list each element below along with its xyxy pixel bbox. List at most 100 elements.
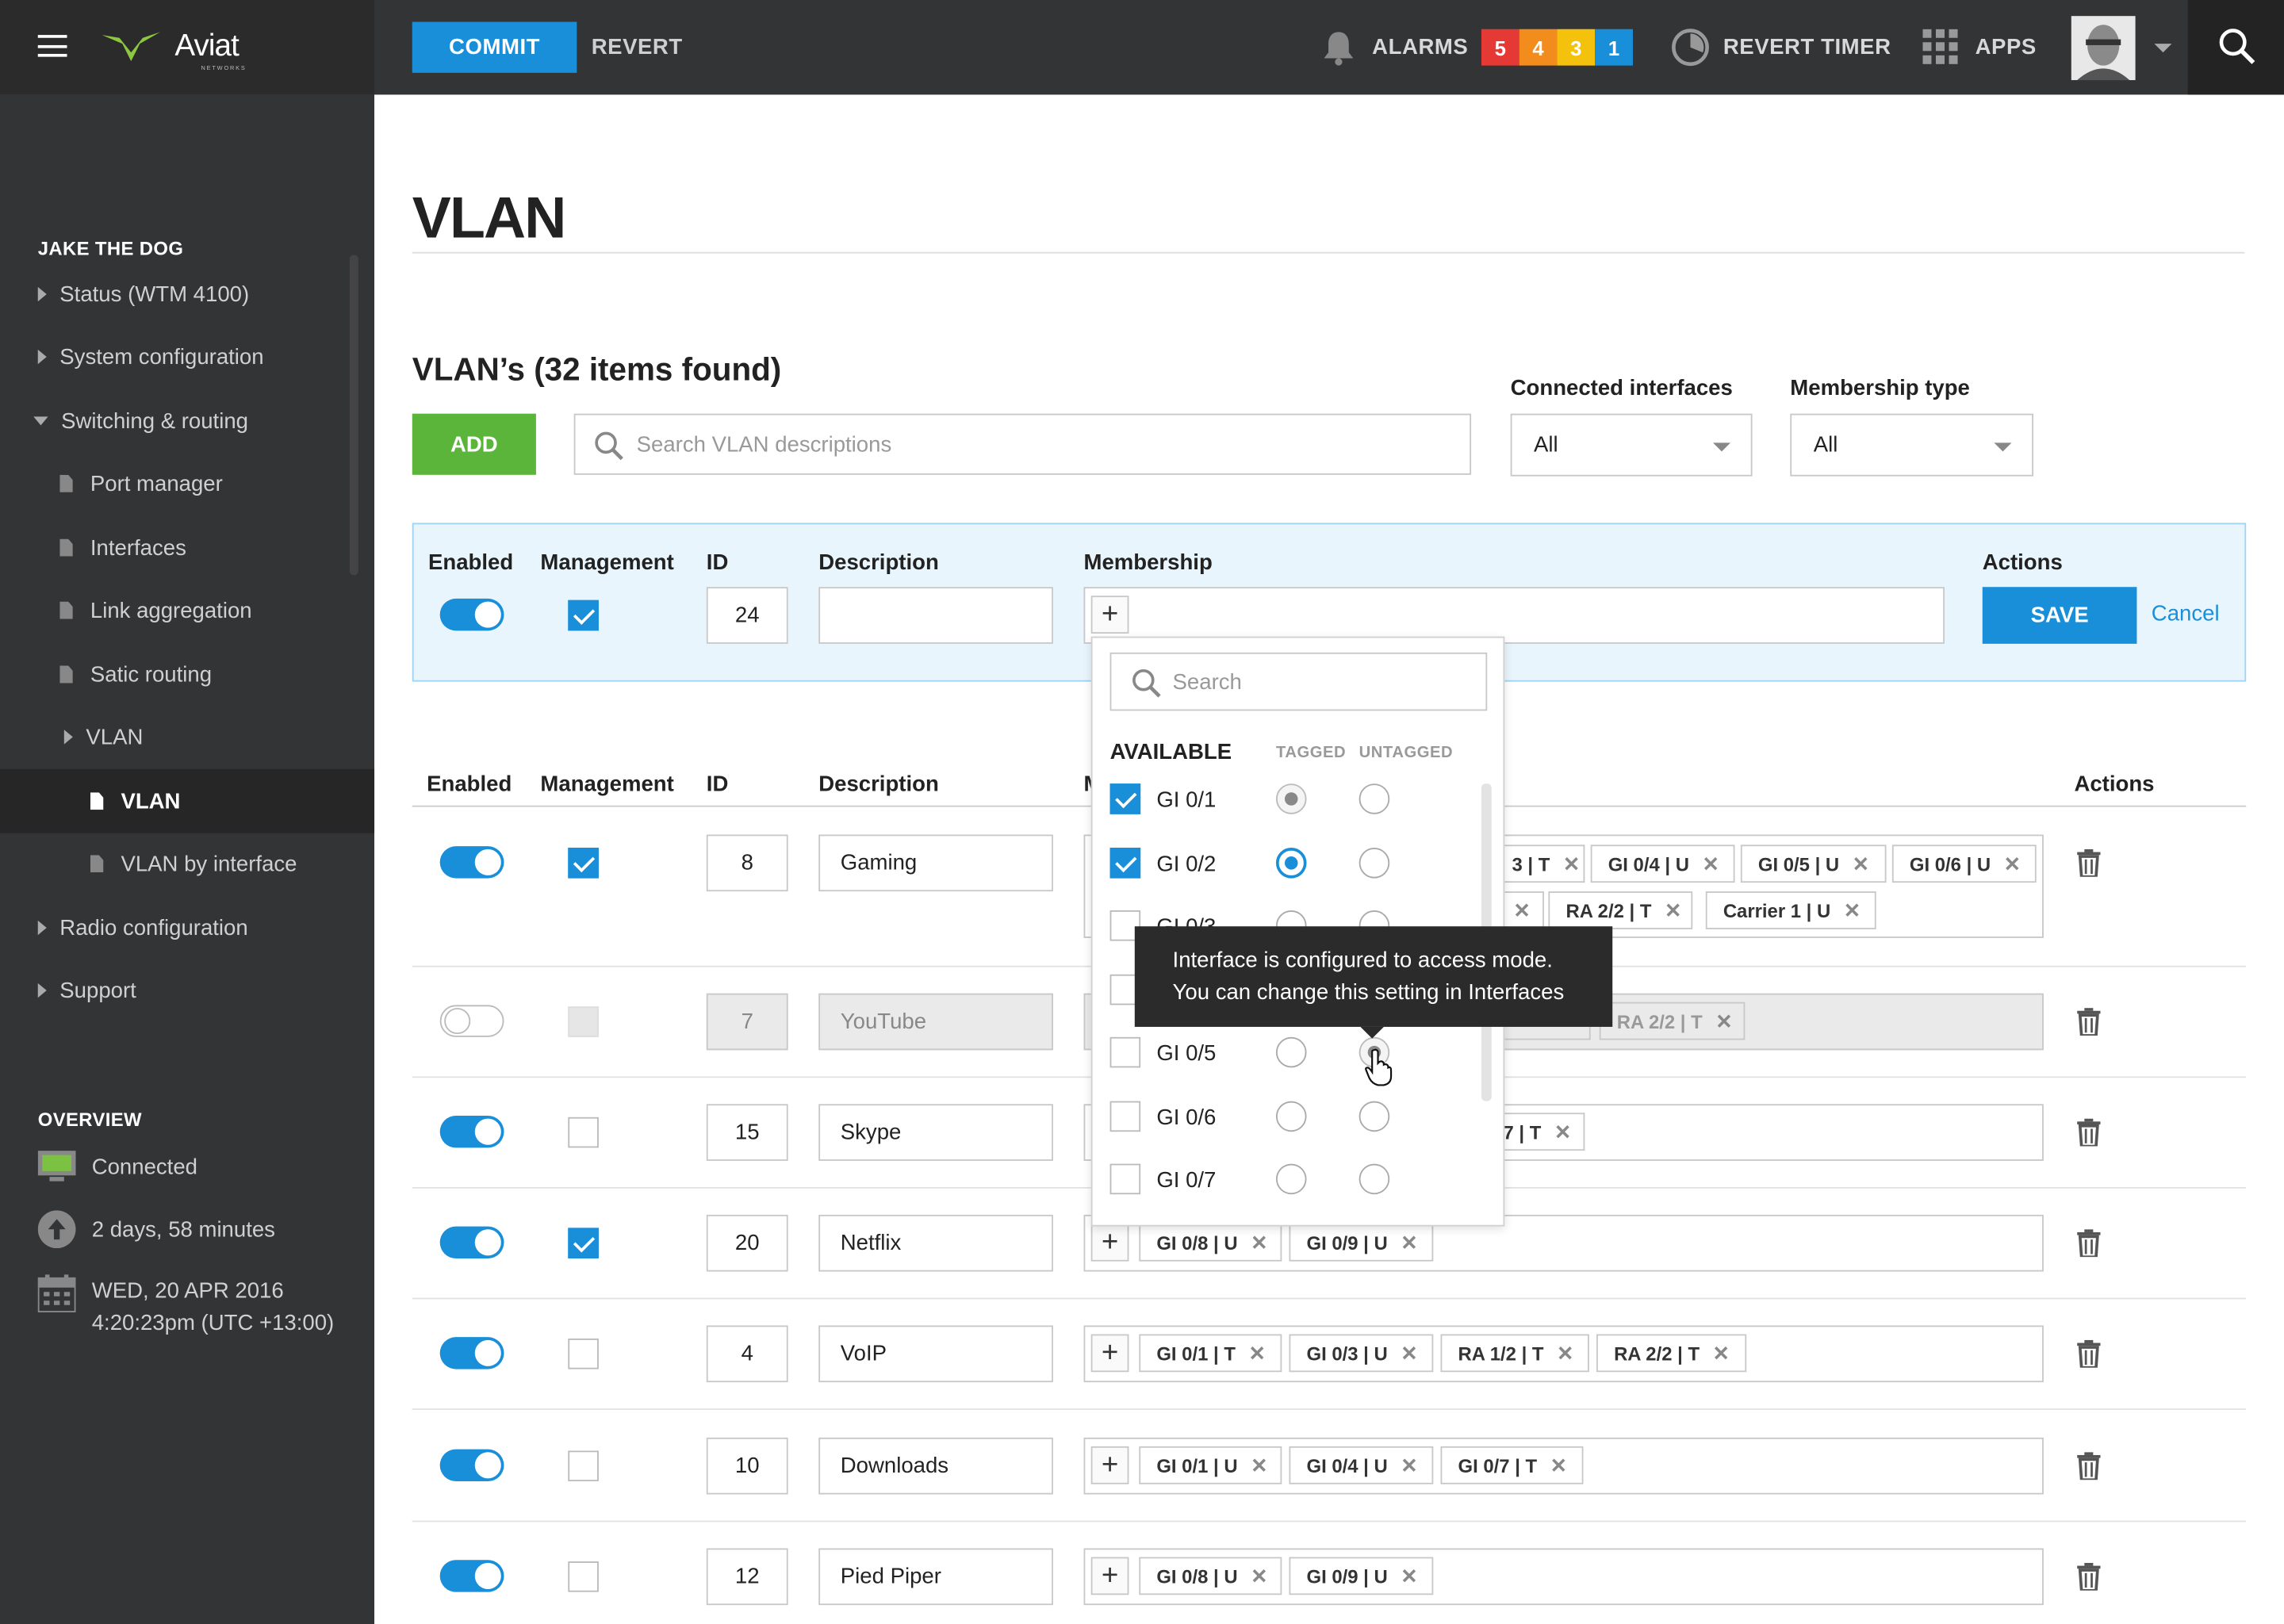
description-input[interactable] <box>818 587 1053 644</box>
hamburger-menu-icon[interactable] <box>37 35 67 57</box>
add-membership-button[interactable]: + <box>1090 1223 1129 1262</box>
apps-grid-icon[interactable] <box>1922 29 1959 66</box>
alarm-badge-minor[interactable]: 3 <box>1557 29 1596 66</box>
save-button[interactable]: SAVE <box>1982 587 2137 644</box>
management-checkbox[interactable] <box>568 1339 599 1369</box>
trash-icon[interactable] <box>2077 1118 2101 1147</box>
remove-tag-icon[interactable]: ✕ <box>1557 1341 1574 1365</box>
remove-tag-icon[interactable]: ✕ <box>1401 1453 1418 1477</box>
sidebar-item-link-aggregation[interactable]: Link aggregation <box>0 578 374 642</box>
membership-tag[interactable]: 3 | T ✕ <box>1496 845 1585 883</box>
membership-tag[interactable]: RA 2/2 | T ✕ <box>1596 1334 1747 1373</box>
description-input[interactable]: YouTube <box>818 993 1053 1051</box>
apps-label[interactable]: APPS <box>1976 35 2037 59</box>
enabled-toggle[interactable] <box>439 1337 504 1369</box>
trash-icon[interactable] <box>2077 1562 2101 1591</box>
vlan-search-input[interactable]: Search VLAN descriptions <box>573 413 1472 475</box>
membership-tag[interactable]: GI 0/8 | U ✕ <box>1139 1557 1282 1595</box>
enabled-toggle[interactable] <box>439 1449 504 1482</box>
untagged-radio[interactable] <box>1359 848 1390 879</box>
interface-option[interactable]: GI 0/1 <box>1093 768 1504 832</box>
management-checkbox[interactable] <box>568 1228 599 1258</box>
add-membership-button[interactable]: + <box>1090 596 1129 634</box>
tagged-radio[interactable] <box>1275 1101 1307 1132</box>
description-input[interactable]: VoIP <box>818 1325 1053 1383</box>
id-input[interactable]: 12 <box>706 1548 788 1606</box>
table-header-enabled[interactable]: Enabled <box>427 772 512 797</box>
description-input[interactable]: Gaming <box>818 834 1053 892</box>
membership-tag[interactable]: GI 0/6 | U ✕ <box>1891 845 2037 883</box>
remove-tag-icon[interactable]: ✕ <box>1844 898 1861 922</box>
membership-tag[interactable]: GI 0/9 | U ✕ <box>1289 1557 1434 1595</box>
tagged-radio[interactable] <box>1275 848 1307 879</box>
enabled-toggle[interactable] <box>439 1226 504 1258</box>
remove-tag-icon[interactable]: ✕ <box>1248 1341 1266 1365</box>
membership-tag[interactable]: GI 0/1 | T ✕ <box>1139 1334 1282 1373</box>
alarms-label[interactable]: ALARMS <box>1372 35 1468 59</box>
id-input[interactable]: 15 <box>706 1104 788 1161</box>
membership-tag[interactable]: Carrier 1 | U ✕ <box>1705 891 1876 929</box>
membership-tag[interactable]: GI 0/8 | U ✕ <box>1139 1223 1282 1262</box>
description-input[interactable]: Skype <box>818 1104 1053 1161</box>
add-membership-button[interactable]: + <box>1090 1446 1129 1484</box>
sidebar-item-switching-routing[interactable]: Switching & routing <box>0 389 374 453</box>
membership-tag[interactable]: RA 2/2 | T ✕ <box>1548 891 1693 929</box>
remove-tag-icon[interactable]: ✕ <box>1251 1564 1268 1588</box>
revert-timer-label[interactable]: REVERT TIMER <box>1723 35 1891 59</box>
interface-checkbox[interactable] <box>1109 848 1141 879</box>
interface-checkbox[interactable] <box>1109 783 1141 814</box>
id-input[interactable]: 10 <box>706 1437 788 1495</box>
cancel-link[interactable]: Cancel <box>2152 602 2220 626</box>
remove-tag-icon[interactable]: ✕ <box>1563 852 1581 876</box>
trash-icon[interactable] <box>2077 1229 2101 1258</box>
remove-tag-icon[interactable]: ✕ <box>1713 1341 1730 1365</box>
interface-checkbox[interactable] <box>1109 1036 1141 1068</box>
management-checkbox[interactable] <box>568 1116 599 1148</box>
alarm-badge-major[interactable]: 4 <box>1519 29 1558 66</box>
sidebar-item-support[interactable]: Support <box>0 959 374 1023</box>
remove-tag-icon[interactable]: ✕ <box>1853 852 1870 876</box>
table-header-id[interactable]: ID <box>707 772 729 797</box>
enabled-toggle[interactable] <box>439 1115 504 1148</box>
add-membership-button[interactable]: + <box>1090 1557 1129 1595</box>
membership-tag[interactable]: GI 0/3 | U ✕ <box>1289 1334 1434 1373</box>
id-input[interactable]: 20 <box>706 1214 788 1272</box>
sidebar-item-interfaces[interactable]: Interfaces <box>0 515 374 580</box>
description-input[interactable]: Downloads <box>818 1437 1053 1495</box>
commit-button[interactable]: COMMIT <box>412 21 577 73</box>
management-checkbox[interactable] <box>568 848 599 879</box>
connected-interfaces-select[interactable]: All <box>1510 413 1753 477</box>
remove-tag-icon[interactable]: ✕ <box>1550 1453 1568 1477</box>
global-search-button[interactable] <box>2187 0 2284 95</box>
management-checkbox[interactable] <box>568 1006 599 1037</box>
membership-tag-partial[interactable]: ✕ <box>1500 891 1544 929</box>
alarm-badge-warning[interactable]: 1 <box>1595 29 1633 66</box>
interface-checkbox[interactable] <box>1109 1101 1141 1132</box>
interface-option[interactable]: GI 0/7 <box>1093 1147 1504 1212</box>
sidebar-item-vlan-by-interface[interactable]: VLAN by interface <box>0 832 374 896</box>
id-input[interactable]: 8 <box>706 834 788 892</box>
remove-tag-icon[interactable]: ✕ <box>1665 898 1682 922</box>
sidebar-item-status[interactable]: Status (WTM 4100) <box>0 262 374 327</box>
interface-option[interactable]: GI 0/2 <box>1093 832 1504 896</box>
interface-option[interactable]: GI 0/6 <box>1093 1085 1504 1149</box>
tagged-radio[interactable] <box>1275 1163 1307 1195</box>
membership-tag[interactable]: RA 2/2 | T ✕ <box>1599 1002 1746 1040</box>
add-membership-button[interactable]: + <box>1090 1334 1129 1373</box>
trash-icon[interactable] <box>2077 1452 2101 1480</box>
untagged-radio[interactable] <box>1359 1163 1390 1195</box>
remove-tag-icon[interactable]: ✕ <box>1401 1564 1418 1588</box>
membership-tag[interactable]: GI 0/1 | U ✕ <box>1139 1446 1282 1484</box>
membership-type-select[interactable]: All <box>1790 413 2034 477</box>
sidebar-item-system-configuration[interactable]: System configuration <box>0 325 374 389</box>
management-checkbox[interactable] <box>568 1561 599 1592</box>
description-input[interactable]: Netflix <box>818 1214 1053 1272</box>
tagged-radio[interactable] <box>1275 1036 1307 1068</box>
description-input[interactable]: Pied Piper <box>818 1548 1053 1606</box>
chevron-down-icon[interactable] <box>2154 44 2172 53</box>
remove-tag-icon[interactable]: ✕ <box>1401 1341 1418 1365</box>
membership-tag[interactable]: RA 1/2 | T ✕ <box>1440 1334 1589 1373</box>
sidebar-item-port-manager[interactable]: Port manager <box>0 451 374 515</box>
alarm-badge-critical[interactable]: 5 <box>1481 29 1519 66</box>
bell-icon[interactable] <box>1323 29 1355 66</box>
